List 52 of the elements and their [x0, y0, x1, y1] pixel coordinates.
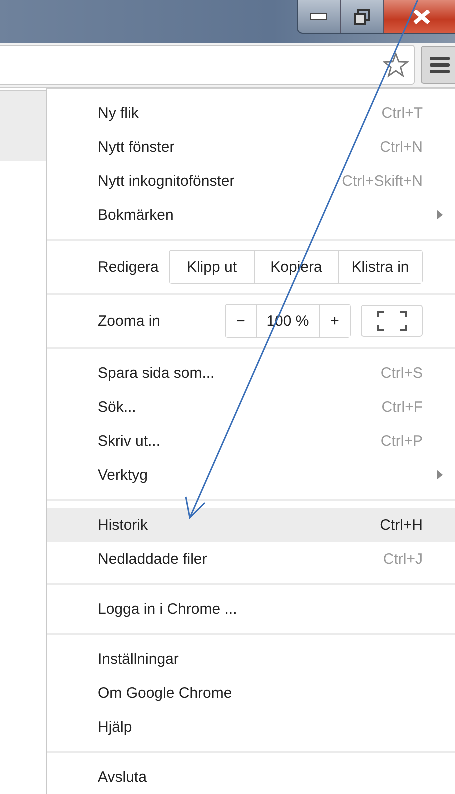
minimize-icon [310, 12, 328, 20]
close-icon [412, 10, 430, 24]
menu-item[interactable]: Spara sida som... Ctrl+S [47, 356, 455, 390]
menu-item[interactable]: Sök... Ctrl+F [47, 390, 455, 424]
menu-item-label: Skriv ut... [98, 432, 161, 450]
menu-item[interactable]: Hjälp [47, 710, 455, 744]
shortcut-label: Ctrl+T [382, 104, 423, 122]
close-button[interactable] [384, 0, 455, 33]
edit-button[interactable]: Klistra in [338, 251, 422, 283]
menu-item[interactable]: Ny flik Ctrl+T [47, 96, 455, 130]
menu-item-label: Hjälp [98, 718, 132, 736]
shortcut-label: Ctrl+P [380, 432, 423, 450]
fullscreen-icon [377, 311, 407, 331]
menu-item-label: Verktyg [98, 466, 148, 484]
menu-item-label: Zooma in [98, 312, 161, 330]
menu-icon [430, 56, 450, 74]
menu-item[interactable]: Inställningar [47, 642, 455, 676]
star-icon[interactable] [383, 52, 409, 78]
menu-item-label: Nytt inkognitofönster [98, 172, 235, 190]
menu-item-label: Nytt fönster [98, 138, 175, 156]
menu-item-label: Om Google Chrome [98, 684, 232, 702]
menu-button[interactable] [421, 46, 455, 84]
menu-item[interactable]: Nytt inkognitofönster Ctrl+Skift+N [47, 164, 455, 198]
shortcut-label: Ctrl+Skift+N [342, 172, 423, 190]
shortcut-label: Ctrl+J [383, 550, 423, 568]
menu-item[interactable]: Bokmärken [47, 198, 455, 232]
menu-item[interactable]: Nedladdade filer Ctrl+J [47, 542, 455, 576]
menu-item[interactable]: Om Google Chrome [47, 676, 455, 710]
restore-button[interactable] [341, 0, 384, 33]
shortcut-label: Ctrl+F [382, 398, 423, 416]
menu-item-label: Historik [98, 516, 148, 534]
menu-item[interactable]: Historik Ctrl+H [47, 508, 455, 542]
shortcut-label: Ctrl+S [380, 364, 423, 382]
menu-item-label: Bokmärken [98, 206, 174, 224]
restore-icon [354, 8, 370, 24]
menu-item-label: Spara sida som... [98, 364, 215, 382]
menu-item-label: Inställningar [98, 650, 179, 668]
menu-item-label: Avsluta [98, 768, 147, 786]
menu-item-label: Ny flik [98, 104, 139, 122]
shortcut-label: Ctrl+N [380, 138, 423, 156]
fullscreen-button[interactable] [361, 305, 423, 337]
minimize-button[interactable] [298, 0, 341, 33]
menu-item[interactable]: Logga in i Chrome ... [47, 592, 455, 626]
menu-item-label: Sök... [98, 398, 136, 416]
menu-item-label: Logga in i Chrome ... [98, 600, 238, 618]
menu-item[interactable]: Avsluta [47, 760, 455, 794]
menu-item[interactable]: Skriv ut... Ctrl+P [47, 424, 455, 458]
menu-item-label: Nedladdade filer [98, 550, 208, 568]
menu-item[interactable]: Nytt fönster Ctrl+N [47, 130, 455, 164]
menu-item[interactable]: Verktyg [47, 458, 455, 492]
menu-item-label: Redigera [98, 258, 159, 276]
shortcut-label: Ctrl+H [380, 516, 423, 534]
